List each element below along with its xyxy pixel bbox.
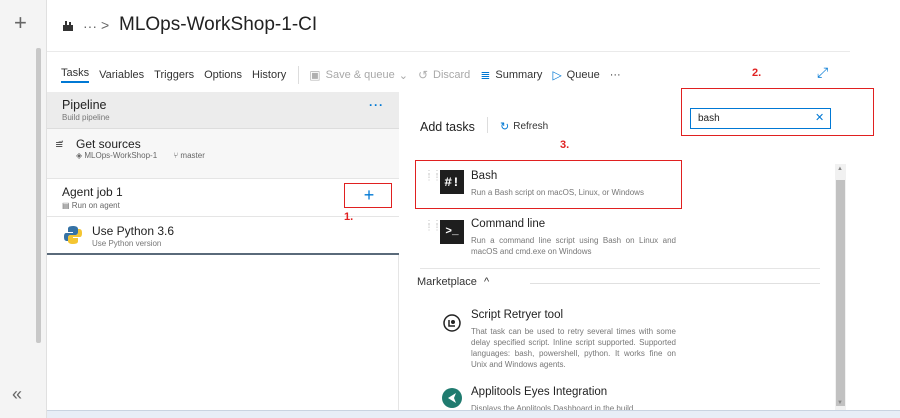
list-icon: ≣ [480, 68, 491, 82]
python-task-title: Use Python 3.6 [92, 224, 175, 238]
annotation-label-3: 3. [560, 139, 570, 151]
discard-button[interactable]: ↺ Discard [418, 68, 470, 82]
refresh-label: Refresh [513, 121, 549, 132]
task-description: Run a command line script using Bash on … [471, 236, 676, 256]
left-rail: + « [0, 0, 47, 418]
chevron-down-icon: ⌄ [398, 69, 408, 82]
annotation-box-1 [344, 183, 392, 208]
tab-variables[interactable]: Variables [99, 69, 144, 81]
save-queue-label: Save & queue [325, 69, 395, 81]
agent-job-title: Agent job 1 [62, 185, 123, 199]
scroll-up-icon[interactable]: ▲ [837, 166, 843, 172]
annotation-box-2 [681, 88, 874, 136]
annotation-box-3 [415, 160, 682, 209]
marketplace-item-script-retryer[interactable]: Script Retryer tool That task can be use… [400, 305, 834, 375]
scroll-down-icon[interactable]: ▼ [837, 400, 843, 406]
tab-triggers[interactable]: Triggers [154, 69, 194, 81]
add-tasks-title: Add tasks [420, 120, 475, 134]
annotation-label-2: 2. [752, 67, 762, 79]
chevron-up-icon: ^ [483, 276, 490, 288]
repo-name: MLOps-WorkShop-1 [84, 151, 158, 160]
add-tasks-panel: Add tasks ↻ Refresh ✕ ⋮⋮⋮⋮ #! Bash Run a… [400, 92, 850, 418]
python-task-subtitle: Use Python version [92, 239, 162, 248]
more-actions-button[interactable]: ··· [610, 69, 621, 81]
bottom-strip [47, 410, 900, 418]
task-name: Command line [471, 218, 546, 230]
new-item-plus-icon[interactable]: + [14, 10, 27, 36]
queue-label: Queue [566, 69, 600, 81]
divider [420, 268, 820, 269]
agent-icon: ▤ [62, 201, 72, 210]
queue-button[interactable]: ▷ Queue [552, 68, 599, 82]
pipeline-more-button[interactable]: ··· [369, 98, 384, 112]
script-retryer-icon [442, 313, 462, 333]
drag-handle-icon[interactable]: ⋮⋮ ⋮⋮ [425, 220, 441, 232]
tasks-scrollbar[interactable]: ▲ ▼ [835, 164, 846, 412]
build-pipeline-icon [61, 19, 75, 33]
marketplace-toggle[interactable]: Marketplace ^ [417, 276, 489, 288]
discard-label: Discard [433, 69, 471, 81]
toolbar-divider [298, 66, 300, 84]
breadcrumb-ellipsis[interactable]: ··· [83, 18, 97, 34]
undo-icon: ↺ [417, 68, 429, 82]
summary-label: Summary [495, 69, 543, 81]
tab-tasks[interactable]: Tasks [61, 67, 90, 83]
rail-scrollbar[interactable] [36, 48, 41, 343]
marketplace-divider [530, 283, 820, 284]
get-sources-title: Get sources [76, 137, 141, 151]
annotation-label-1: 1. [344, 211, 354, 223]
marketplace-item-name: Applitools Eyes Integration [471, 386, 608, 398]
summary-button[interactable]: ≣ Summary [480, 68, 542, 82]
expand-icon[interactable]: ⤢ [817, 64, 828, 81]
refresh-button[interactable]: ↻ Refresh [500, 120, 548, 133]
tab-options[interactable]: Options [204, 69, 242, 81]
scrollbar-thumb[interactable] [836, 180, 845, 406]
page-title: MLOps-WorkShop-1-CI [119, 14, 318, 35]
collapse-chevron-icon[interactable]: « [12, 384, 22, 405]
editor-toolbar: Tasks Variables Triggers Options History… [61, 64, 631, 86]
tab-history[interactable]: History [252, 69, 286, 81]
get-sources-row[interactable]: ≡⃗ Get sources ◈ MLOps-WorkShop-1 ⑂ mast… [47, 129, 399, 179]
agent-job-subtitle-text: Run on agent [71, 201, 120, 210]
pipeline-header[interactable]: Pipeline Build pipeline ··· [47, 92, 399, 129]
pipeline-editor: + « ··· > MLOps-WorkShop-1-CI Tasks Vari… [0, 0, 900, 418]
python-icon [63, 225, 83, 245]
save-icon: ▣ [309, 68, 321, 82]
pipeline-subtitle: Build pipeline [62, 113, 110, 122]
terminal-icon: >_ [440, 220, 464, 244]
agent-job-subtitle: ▤ Run on agent [62, 201, 120, 210]
branch-name: master [180, 151, 205, 160]
pipeline-panel: Pipeline Build pipeline ··· ≡⃗ Get sourc… [47, 92, 399, 418]
get-sources-icon: ≡⃗ [55, 140, 64, 151]
page-header: ··· > MLOps-WorkShop-1-CI [47, 0, 850, 52]
applitools-icon [442, 388, 462, 408]
marketplace-item-description: That task can be used to retry several t… [471, 327, 676, 369]
play-icon: ▷ [552, 68, 562, 82]
get-sources-detail: ◈ MLOps-WorkShop-1 ⑂ master [76, 151, 205, 160]
breadcrumb-separator: > [101, 17, 110, 33]
marketplace-item-name: Script Retryer tool [471, 309, 564, 321]
refresh-icon: ↻ [500, 121, 510, 133]
pipeline-title: Pipeline [62, 98, 107, 112]
marketplace-label: Marketplace [417, 276, 477, 288]
task-item-command-line[interactable]: ⋮⋮ ⋮⋮ >_ Command line Run a command line … [400, 210, 834, 260]
save-queue-button[interactable]: ▣ Save & queue ⌄ [309, 68, 408, 82]
add-tasks-divider [487, 117, 488, 133]
